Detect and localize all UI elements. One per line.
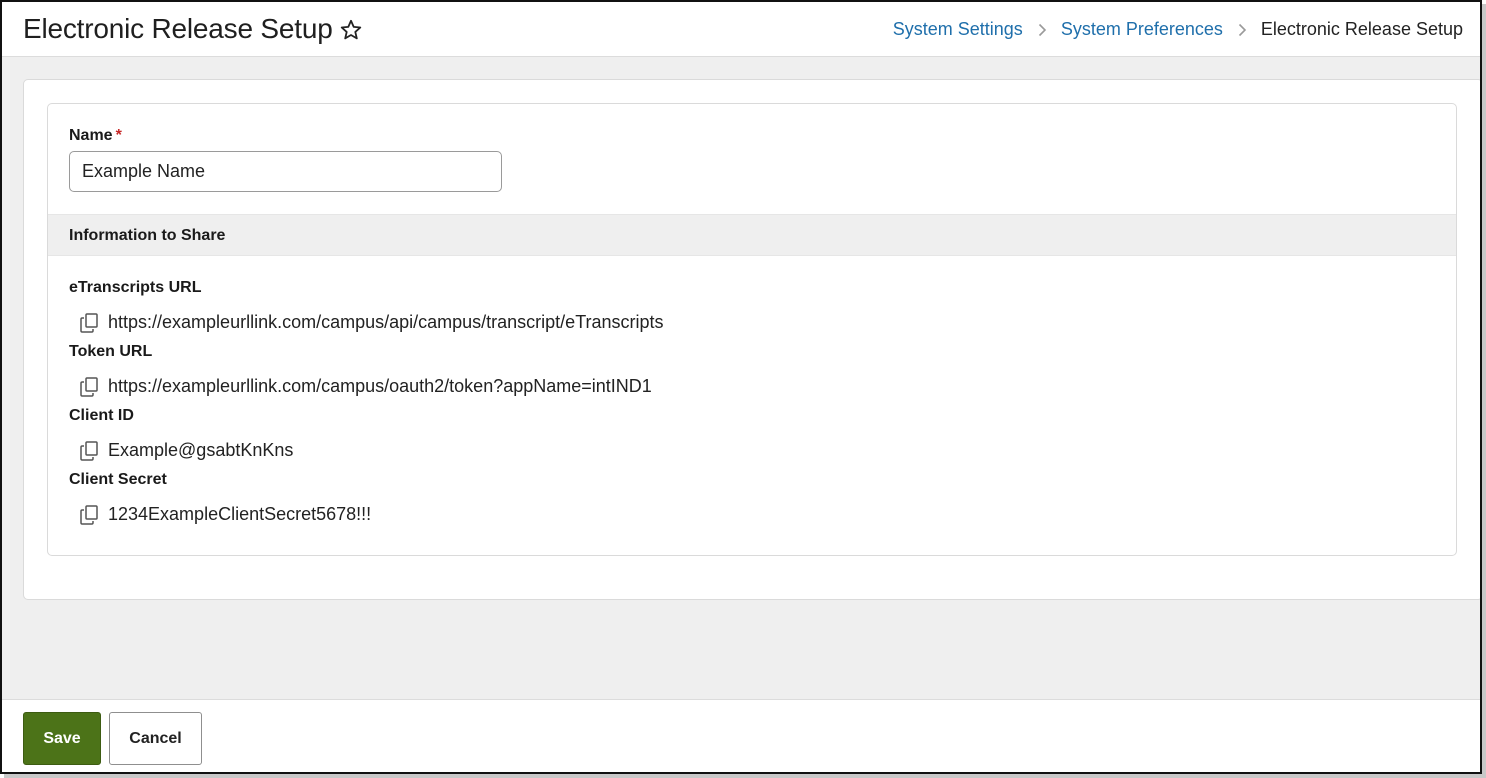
breadcrumb: System Settings System Preferences Elect… bbox=[893, 19, 1463, 40]
token-url-label: Token URL bbox=[69, 343, 153, 360]
section-title: Information to Share bbox=[69, 227, 226, 244]
copy-icon[interactable] bbox=[80, 440, 98, 461]
action-bar: Save Cancel bbox=[2, 699, 1480, 772]
breadcrumb-system-preferences[interactable]: System Preferences bbox=[1061, 19, 1223, 40]
save-button[interactable]: Save bbox=[23, 712, 101, 765]
copy-icon[interactable] bbox=[80, 376, 98, 397]
copy-icon[interactable] bbox=[80, 504, 98, 525]
section-header: Information to Share bbox=[48, 214, 1456, 256]
client-id-label: Client ID bbox=[69, 407, 134, 424]
page-header: Electronic Release Setup System Settings… bbox=[2, 2, 1480, 57]
chevron-right-icon bbox=[1238, 23, 1247, 36]
required-mark: * bbox=[115, 127, 122, 144]
token-url-value: https://exampleurllink.com/campus/oauth2… bbox=[108, 376, 652, 396]
cancel-button[interactable]: Cancel bbox=[109, 712, 202, 765]
client-secret-label: Client Secret bbox=[69, 471, 167, 488]
breadcrumb-system-settings[interactable]: System Settings bbox=[893, 19, 1023, 40]
page-title: Electronic Release Setup bbox=[23, 13, 333, 44]
token-url-row: https://exampleurllink.com/campus/oauth2… bbox=[80, 376, 652, 397]
client-secret-value: 1234ExampleClientSecret5678!!! bbox=[108, 504, 372, 524]
etranscripts-url-value: https://exampleurllink.com/campus/api/ca… bbox=[108, 312, 664, 332]
chevron-right-icon bbox=[1038, 23, 1046, 36]
name-input[interactable] bbox=[69, 151, 502, 192]
etranscripts-url-label: eTranscripts URL bbox=[69, 279, 202, 296]
frame-shadow-bottom bbox=[4, 774, 1486, 778]
client-secret-row: 1234ExampleClientSecret5678!!! bbox=[80, 504, 371, 525]
copy-icon[interactable] bbox=[80, 312, 98, 333]
setup-card: Name* Information to Share eTranscripts … bbox=[23, 79, 1480, 600]
name-label-text: Name bbox=[69, 127, 113, 144]
name-label: Name * bbox=[69, 127, 122, 145]
star-outline-icon[interactable] bbox=[339, 18, 363, 42]
frame-shadow-right bbox=[1482, 4, 1486, 778]
client-id-value: Example@gsabtKnKns bbox=[108, 440, 294, 460]
app-window: Electronic Release Setup System Settings… bbox=[0, 0, 1482, 774]
setup-form: Name* Information to Share eTranscripts … bbox=[47, 103, 1457, 556]
breadcrumb-current: Electronic Release Setup bbox=[1260, 19, 1463, 39]
etranscripts-url-row: https://exampleurllink.com/campus/api/ca… bbox=[80, 312, 664, 333]
client-id-row: Example@gsabtKnKns bbox=[80, 440, 293, 461]
